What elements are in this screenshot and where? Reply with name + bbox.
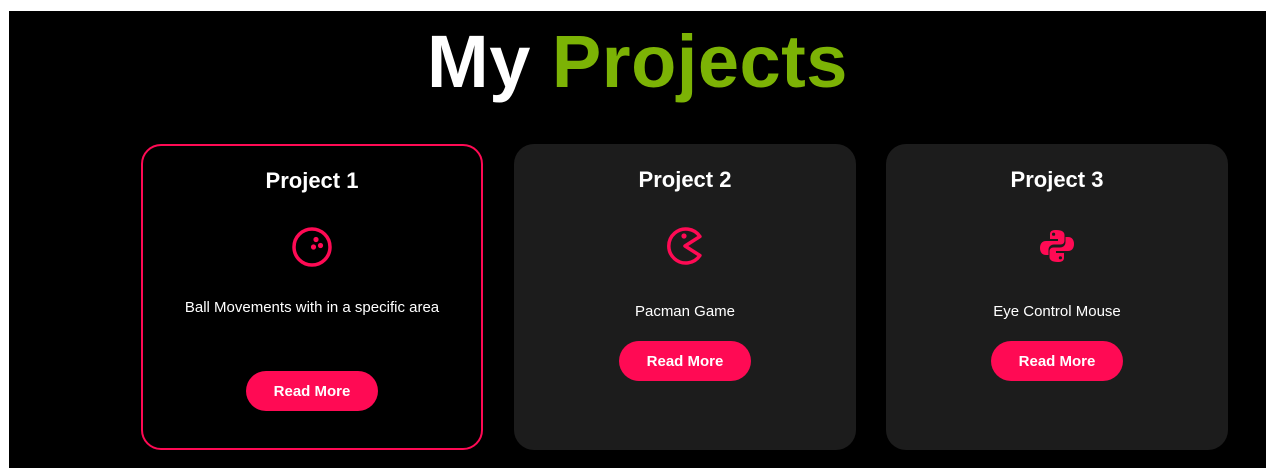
- project-card-2: Project 2 Pacman Game Read More: [514, 144, 856, 450]
- bowling-ball-icon: [288, 223, 336, 271]
- pacman-icon: [661, 222, 709, 270]
- heading-my: My: [427, 20, 531, 103]
- heading-projects: Projects: [551, 20, 848, 103]
- project-card-1: Project 1 Ball Movements with in a speci…: [141, 144, 483, 450]
- projects-section: My Projects Project 1 Ball Movements wit…: [9, 11, 1266, 468]
- section-heading: My Projects: [9, 19, 1266, 105]
- project-title: Project 2: [638, 167, 732, 192]
- project-description: Eye Control Mouse: [993, 303, 1121, 320]
- project-description: Pacman Game: [634, 303, 736, 320]
- project-card-3: Project 3 Eye Control Mouse Read More: [886, 144, 1228, 450]
- project-title: Project 1: [265, 168, 359, 193]
- read-more-button[interactable]: Read More: [619, 341, 751, 381]
- project-title: Project 3: [1010, 167, 1104, 192]
- read-more-button[interactable]: Read More: [246, 371, 378, 411]
- read-more-button[interactable]: Read More: [991, 341, 1123, 381]
- python-icon: [1033, 222, 1081, 270]
- project-description: Ball Movements with in a specific area: [184, 299, 440, 316]
